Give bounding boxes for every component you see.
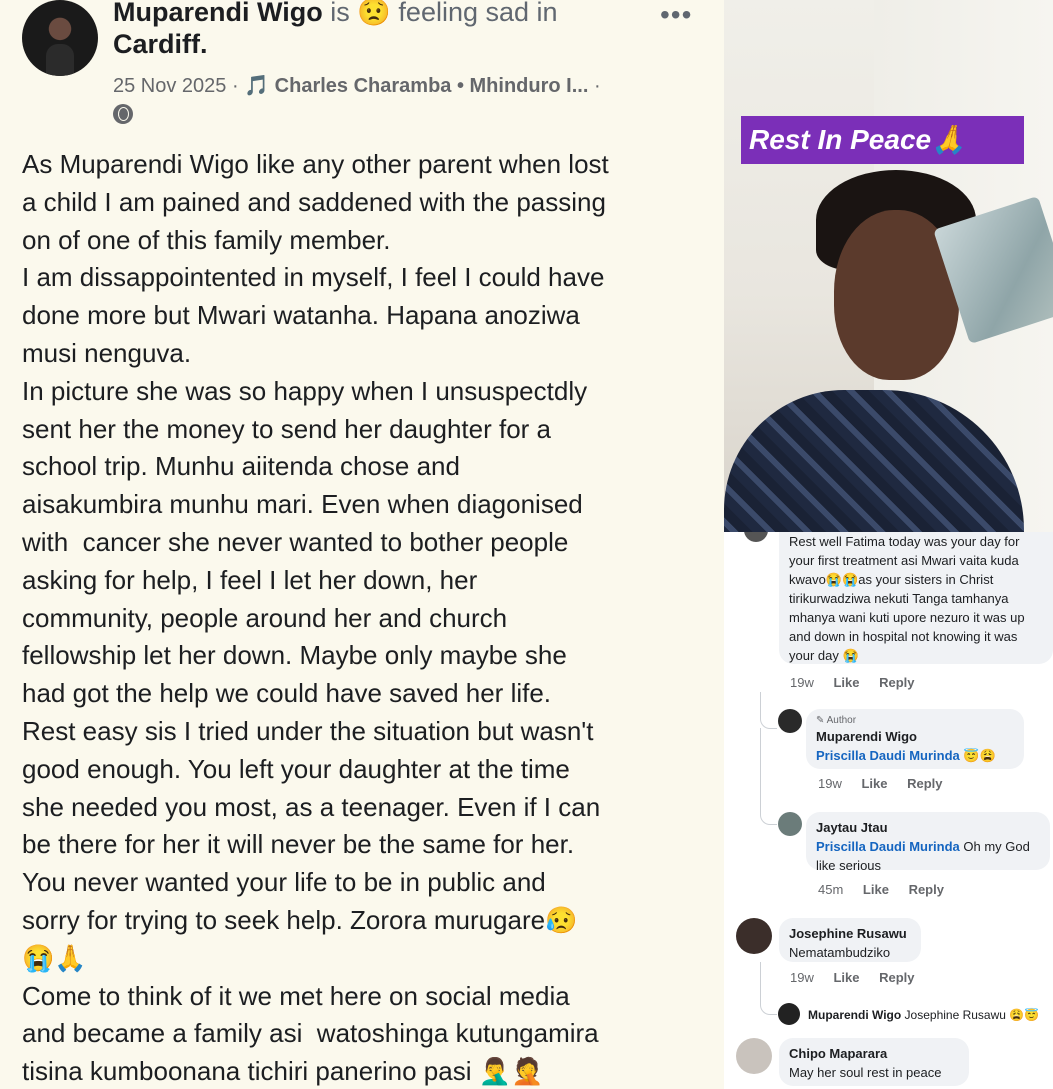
globe-icon[interactable]: [113, 104, 133, 124]
comment-bubble: Jaytau Jtau Priscilla Daudi Murinda Oh m…: [806, 812, 1050, 873]
comment-time: 19w: [790, 675, 814, 690]
mention-tag[interactable]: Priscilla Daudi Murinda: [816, 748, 960, 763]
like-button[interactable]: Like: [863, 882, 889, 897]
reply-thread-line: [760, 728, 777, 825]
comment-actions: 19w Like Reply: [790, 675, 931, 690]
commenter-avatar[interactable]: [736, 1038, 772, 1074]
like-button[interactable]: Like: [833, 970, 859, 985]
music-link[interactable]: Charles Charamba • Mhinduro I...: [275, 75, 589, 97]
commenter-avatar[interactable]: [778, 709, 802, 733]
commenter-avatar[interactable]: [778, 812, 802, 836]
comment-time: 19w: [818, 776, 842, 791]
reply-button[interactable]: Reply: [909, 882, 944, 897]
meta-separator: ·: [593, 75, 601, 97]
status-verb: is: [330, 0, 350, 27]
reply-button[interactable]: Reply: [907, 776, 942, 791]
post-card: Muparendi Wigo is 😟 feeling sad in Cardi…: [0, 0, 716, 1089]
commenter-avatar[interactable]: [736, 918, 772, 954]
commenter-name[interactable]: Jaytau Jtau: [816, 818, 1040, 837]
post-date[interactable]: 25 Nov 2025 ·: [113, 75, 239, 97]
commenter-avatar[interactable]: [744, 532, 768, 542]
comment-text: Nematambudziko: [789, 945, 891, 960]
comment-text: Josephine Rusawu 😩😇: [901, 1008, 1040, 1022]
comment-time: 45m: [818, 882, 844, 897]
comment-time: 19w: [790, 970, 814, 985]
rip-banner: Rest In Peace🙏: [741, 116, 1024, 164]
like-button[interactable]: Like: [833, 675, 859, 690]
like-button[interactable]: Like: [861, 776, 887, 791]
author-avatar[interactable]: [22, 0, 98, 76]
comment-actions: 45m Like Reply: [818, 882, 960, 897]
comment-text: Rest well Fatima today was your day for …: [789, 534, 1025, 663]
comment-text: 😇😩: [959, 748, 996, 763]
feeling-emoji: 😟: [357, 0, 391, 27]
location-link[interactable]: Cardiff.: [113, 29, 208, 59]
commenter-name[interactable]: Chipo Maparara: [789, 1044, 959, 1063]
commenter-name[interactable]: Muparendi Wigo: [816, 727, 1014, 746]
comment-bubble: Josephine Rusawu Nematambudziko: [779, 918, 921, 962]
collapsed-reply[interactable]: Muparendi Wigo Josephine Rusawu 😩😇: [808, 1008, 1039, 1022]
commenter-avatar[interactable]: [778, 1003, 800, 1025]
post-header: Muparendi Wigo is 😟 feeling sad in Cardi…: [113, 0, 633, 60]
comment-actions: 19w Like Reply: [818, 776, 959, 791]
reply-thread-line: [760, 962, 777, 1015]
commenter-name[interactable]: Josephine Rusawu: [789, 924, 911, 943]
author-badge: ✎ Author: [816, 715, 857, 726]
music-icon: 🎵: [244, 75, 270, 97]
comment-bubble: ✎ Author Muparendi Wigo Priscilla Daudi …: [806, 709, 1024, 769]
commenter-name[interactable]: Muparendi Wigo: [808, 1008, 901, 1022]
post-photo[interactable]: Rest In Peace🙏: [724, 0, 1053, 532]
reply-thread-line: [760, 692, 777, 729]
post-body: As Muparendi Wigo like any other parent …: [22, 149, 609, 1087]
comment-bubble: Rest well Fatima today was your day for …: [779, 532, 1053, 664]
author-name[interactable]: Muparendi Wigo: [113, 0, 323, 27]
reply-button[interactable]: Reply: [879, 970, 914, 985]
feeling-text: feeling sad in: [398, 0, 558, 27]
mention-tag[interactable]: Priscilla Daudi Murinda: [816, 839, 960, 854]
reply-button[interactable]: Reply: [879, 675, 914, 690]
comment-text: May her soul rest in peace: [789, 1065, 942, 1080]
post-meta: 25 Nov 2025 · 🎵 Charles Charamba • Mhind…: [113, 73, 601, 98]
comment-actions: 19w Like Reply: [790, 970, 931, 985]
more-options-button[interactable]: •••: [660, 0, 692, 30]
comments-section: Rest well Fatima today was your day for …: [724, 532, 1053, 1089]
comment-bubble: Chipo Maparara May her soul rest in peac…: [779, 1038, 969, 1086]
